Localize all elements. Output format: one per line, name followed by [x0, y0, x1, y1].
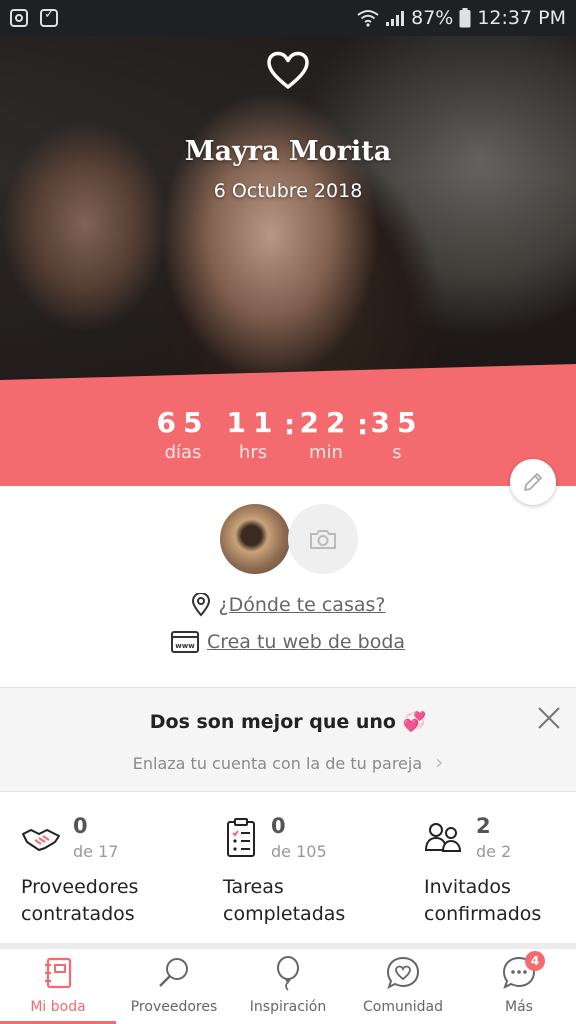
battery-percent: 87% [411, 7, 454, 29]
guests-icon [424, 823, 462, 852]
close-icon[interactable] [537, 706, 561, 730]
heart-icon [267, 51, 309, 89]
countdown-days-value: 65 [156, 406, 210, 439]
stat-guests-label-line1: Invitados [424, 876, 511, 898]
add-partner-photo-button[interactable] [288, 504, 358, 574]
countdown-seconds-value: 35 [370, 406, 424, 439]
nav-mas-label: Más [505, 999, 533, 1015]
handshake-icon [22, 829, 60, 851]
checklist-icon [227, 818, 255, 857]
stat-vendors[interactable]: 0 de 17 Proveedores contratados [21, 812, 201, 932]
instagram-notification-icon [10, 9, 28, 27]
countdown-minutes: 22 min [296, 406, 356, 466]
camera-icon [310, 530, 336, 549]
couple-name: Mayra Morita [184, 136, 392, 167]
notification-badge: 4 [525, 951, 545, 971]
wifi-icon [357, 10, 379, 27]
countdown-minutes-label: min [309, 442, 343, 463]
stat-guests-label: Invitados confirmados [424, 874, 574, 928]
countdown-hours-label: hrs [238, 442, 268, 463]
nav-proveedores-label: Proveedores [130, 999, 218, 1015]
nav-inspiracion-label: Inspiración [249, 999, 327, 1015]
stat-guests-label-line2: confirmados [424, 903, 542, 925]
stat-tasks-total: de 105 [271, 842, 327, 861]
partner-banner-title: Dos son mejor que uno 💞 [149, 711, 427, 733]
stat-guests[interactable]: 2 de 2 Invitados confirmados [424, 812, 574, 932]
countdown-minutes-value: 22 [299, 406, 353, 439]
chevron-right-icon: › [435, 750, 444, 774]
signal-icon [386, 11, 405, 26]
partner-banner-link[interactable]: Enlaza tu cuenta con la de tu pareja › [0, 750, 576, 774]
where-link[interactable]: ¿Dónde te casas? [219, 594, 386, 616]
pencil-icon [524, 473, 542, 491]
countdown-hours-value: 11 [226, 406, 280, 439]
magnifier-icon [159, 958, 188, 987]
stat-tasks-label: Tareas completadas [223, 874, 403, 928]
notebook-icon [45, 957, 72, 989]
stat-vendors-label-line2: contratados [21, 903, 135, 925]
partner-banner-subtitle: Enlaza tu cuenta con la de tu pareja [132, 754, 423, 773]
nav-proveedores[interactable]: Proveedores [116, 949, 232, 1024]
status-bar: 87% 12:37 PM [0, 0, 576, 36]
nav-mas[interactable]: 4 Más [462, 949, 576, 1024]
countdown-seconds: 35 s [370, 406, 424, 466]
countdown-separator: : [357, 408, 369, 441]
stat-tasks-count: 0 [271, 814, 286, 838]
clock: 12:37 PM [477, 7, 566, 29]
svg-text:www: www [175, 642, 195, 650]
location-pin-icon [191, 593, 210, 617]
nav-comunidad[interactable]: Comunidad [344, 949, 462, 1024]
web-link[interactable]: Crea tu web de boda [207, 631, 405, 653]
stat-vendors-label-line1: Proveedores [21, 876, 139, 898]
bottom-nav: Mi boda Proveedores Inspiración Comunida… [0, 949, 576, 1024]
website-icon: www [170, 631, 199, 653]
nav-inspiracion[interactable]: Inspiración [232, 949, 344, 1024]
battery-icon [459, 8, 471, 28]
stat-guests-count: 2 [476, 814, 491, 838]
countdown-seconds-label: s [392, 442, 402, 463]
partner-avatar[interactable] [220, 504, 290, 574]
countdown-separator: : [284, 408, 296, 441]
task-notification-icon [40, 7, 58, 27]
partner-banner[interactable]: Dos son mejor que uno 💞 Enlaza tu cuenta… [0, 687, 576, 792]
web-link-row[interactable]: www Crea tu web de boda [0, 631, 576, 653]
stat-tasks-label-line1: Tareas [223, 876, 284, 898]
nav-comunidad-label: Comunidad [363, 999, 443, 1015]
nav-mi-boda[interactable]: Mi boda [0, 949, 116, 1024]
countdown-days-label: días [164, 442, 202, 463]
cover-photo[interactable]: Mayra Morita 6 Octubre 2018 [0, 36, 576, 386]
chat-heart-icon [386, 956, 420, 989]
stat-tasks-label-line2: completadas [223, 903, 346, 925]
countdown: 65 días 11 hrs : 22 min : 35 s [0, 406, 576, 466]
stat-tasks[interactable]: 0 de 105 Tareas completadas [223, 812, 403, 932]
stat-guests-total: de 2 [476, 842, 512, 861]
wedding-date: 6 Octubre 2018 [213, 180, 363, 202]
stat-vendors-count: 0 [73, 814, 88, 838]
where-link-row[interactable]: ¿Dónde te casas? [0, 593, 576, 617]
stat-vendors-label: Proveedores contratados [21, 874, 201, 928]
countdown-hours: 11 hrs [225, 406, 281, 466]
nav-mi-boda-label: Mi boda [30, 999, 86, 1015]
stat-vendors-total: de 17 [73, 842, 119, 861]
balloon-icon [277, 956, 299, 991]
edit-button[interactable] [510, 459, 556, 505]
countdown-days: 65 días [152, 406, 214, 466]
